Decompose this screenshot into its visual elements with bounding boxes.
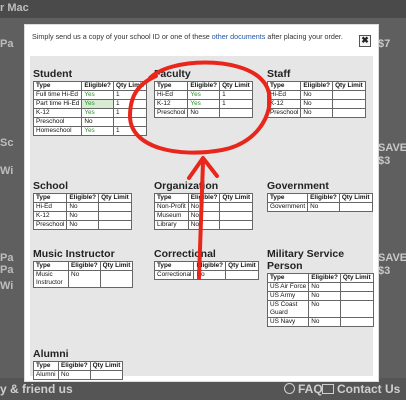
table-row: Preschool No — [153, 108, 253, 118]
eligibility-table: Type Eligible? Qty Limit Hi-Ed No K-12 N… — [32, 193, 132, 230]
table-header-row: Type Eligible? Qty Limit — [32, 81, 147, 91]
table-row: Correctional No — [153, 270, 259, 280]
table-row: US Air Force No — [266, 282, 374, 292]
background-text: Wi — [0, 280, 14, 292]
question-icon — [284, 383, 295, 394]
eligibility-panel: Student Type Eligible? Qty Limit Full ti… — [30, 56, 374, 380]
background-price: $3 — [378, 155, 391, 167]
table-row: Government No — [266, 202, 373, 212]
eligibility-table: Type Eligible? Qty Limit Government No — [266, 193, 373, 212]
table-header-row: Type Eligible? Qty Limit — [153, 261, 259, 271]
background-header — [0, 0, 406, 18]
table-row: Homeschool Yes 1 — [32, 126, 147, 136]
close-button[interactable]: ✖ — [359, 35, 371, 47]
table-row: Music Instructor No — [33, 270, 134, 288]
group-title: School — [33, 180, 69, 192]
group-government: Government Type Eligible? Qty Limit Gove… — [266, 180, 373, 212]
table-header-row: Type Eligible? Qty Limit — [33, 361, 124, 371]
group-organization: Organization Type Eligible? Qty Limit No… — [154, 180, 254, 230]
background-text: Sc — [0, 137, 14, 149]
eligibility-modal: Simply send us a copy of your school ID … — [24, 24, 379, 382]
group-title: Staff — [267, 68, 291, 80]
table-header-row: Type Eligible? Qty Limit — [33, 261, 134, 271]
eligibility-table: Type Eligible? Qty Limit Non-Profit No M… — [154, 193, 254, 230]
table-row: Library No — [154, 220, 254, 230]
eligibility-table: Type Eligible? Qty Limit Hi-Ed No K-12 N… — [266, 81, 366, 118]
table-row: Alumni No — [33, 370, 124, 380]
background-text: Wi — [0, 165, 14, 177]
table-row: K-12 Yes 1 — [153, 99, 253, 109]
group-faculty: Faculty Type Eligible? Qty Limit Hi-Ed Y… — [153, 68, 253, 118]
chat-icon — [322, 384, 334, 394]
background-price: $7 — [378, 38, 391, 50]
table-row: US Coast Guard No — [266, 300, 374, 318]
table-header-row: Type Eligible? Qty Limit — [266, 273, 374, 283]
table-row: US Navy No — [266, 317, 374, 327]
group-title: Organization — [154, 180, 219, 192]
background-price: $3 — [378, 265, 391, 277]
other-documents-link[interactable]: other documents — [212, 32, 266, 41]
group-title: Government — [267, 180, 329, 192]
eligibility-table: Type Eligible? Qty Limit Full time Hi-Ed… — [32, 81, 147, 136]
group-title: Correctional — [154, 248, 216, 260]
table-row: K-12 Yes 1 — [32, 108, 147, 118]
group-title: Faculty — [154, 68, 191, 80]
group-music-instructor: Music Instructor Type Eligible? Qty Limi… — [33, 248, 134, 288]
table-header-row: Type Eligible? Qty Limit — [266, 193, 373, 203]
group-military: Military Service Person Type Eligible? Q… — [266, 248, 374, 327]
table-header-row: Type Eligible? Qty Limit — [266, 81, 366, 91]
table-row: Hi-Ed Yes 1 — [153, 90, 253, 100]
background-text: Pa — [0, 38, 14, 50]
table-row: US Army No — [266, 291, 374, 301]
background-save-badge: SAVE — [378, 142, 406, 154]
footer-follow-text: y & friend us — [0, 382, 73, 396]
group-student: Student Type Eligible? Qty Limit Full ti… — [32, 68, 147, 136]
group-title: Music Instructor — [33, 248, 115, 260]
table-row: K-12 No — [266, 99, 366, 109]
group-alumni: Alumni Type Eligible? Qty Limit Alumni N… — [33, 348, 124, 380]
table-row: Museum No — [154, 211, 254, 221]
eligibility-table: Type Eligible? Qty Limit Correctional No — [153, 261, 259, 280]
eligibility-table: Type Eligible? Qty Limit Music Instructo… — [33, 261, 134, 288]
modal-message: Simply send us a copy of your school ID … — [32, 32, 343, 41]
group-staff: Staff Type Eligible? Qty Limit Hi-Ed No … — [266, 68, 366, 118]
group-title: Alumni — [33, 348, 69, 360]
group-correctional: Correctional Type Eligible? Qty Limit Co… — [153, 248, 259, 280]
background-text: Pa — [0, 252, 14, 264]
background-title: r Mac — [0, 2, 29, 14]
table-row: K-12 No — [32, 211, 132, 221]
table-header-row: Type Eligible? Qty Limit — [153, 81, 253, 91]
group-school: School Type Eligible? Qty Limit Hi-Ed No… — [32, 180, 132, 230]
modal-header: Simply send us a copy of your school ID … — [25, 25, 378, 55]
table-row: Hi-Ed No — [266, 90, 366, 100]
table-row: Hi-Ed No — [32, 202, 132, 212]
table-row: Preschool No — [32, 117, 147, 127]
footer-faq-link[interactable]: FAQ — [284, 382, 323, 396]
background-text: Pa — [0, 264, 14, 276]
group-title: Military Service Person — [267, 248, 345, 272]
footer-contact-link[interactable]: Contact Us — [322, 382, 400, 396]
group-title: Student — [33, 68, 73, 80]
table-row: Non-Profit No — [154, 202, 254, 212]
table-row: Full time Hi-Ed Yes 1 — [32, 90, 147, 100]
table-row: Part time Hi-Ed Yes 1 — [32, 99, 147, 109]
table-header-row: Type Eligible? Qty Limit — [32, 193, 132, 203]
eligibility-table: Type Eligible? Qty Limit Hi-Ed Yes 1 K-1… — [153, 81, 253, 118]
eligibility-table: Type Eligible? Qty Limit Alumni No — [33, 361, 124, 380]
background-save-badge: SAVE — [378, 252, 406, 264]
table-row: Preschool No — [266, 108, 366, 118]
table-header-row: Type Eligible? Qty Limit — [154, 193, 254, 203]
table-row: Preschool No — [32, 220, 132, 230]
eligibility-table: Type Eligible? Qty Limit US Air Force No… — [266, 273, 374, 327]
